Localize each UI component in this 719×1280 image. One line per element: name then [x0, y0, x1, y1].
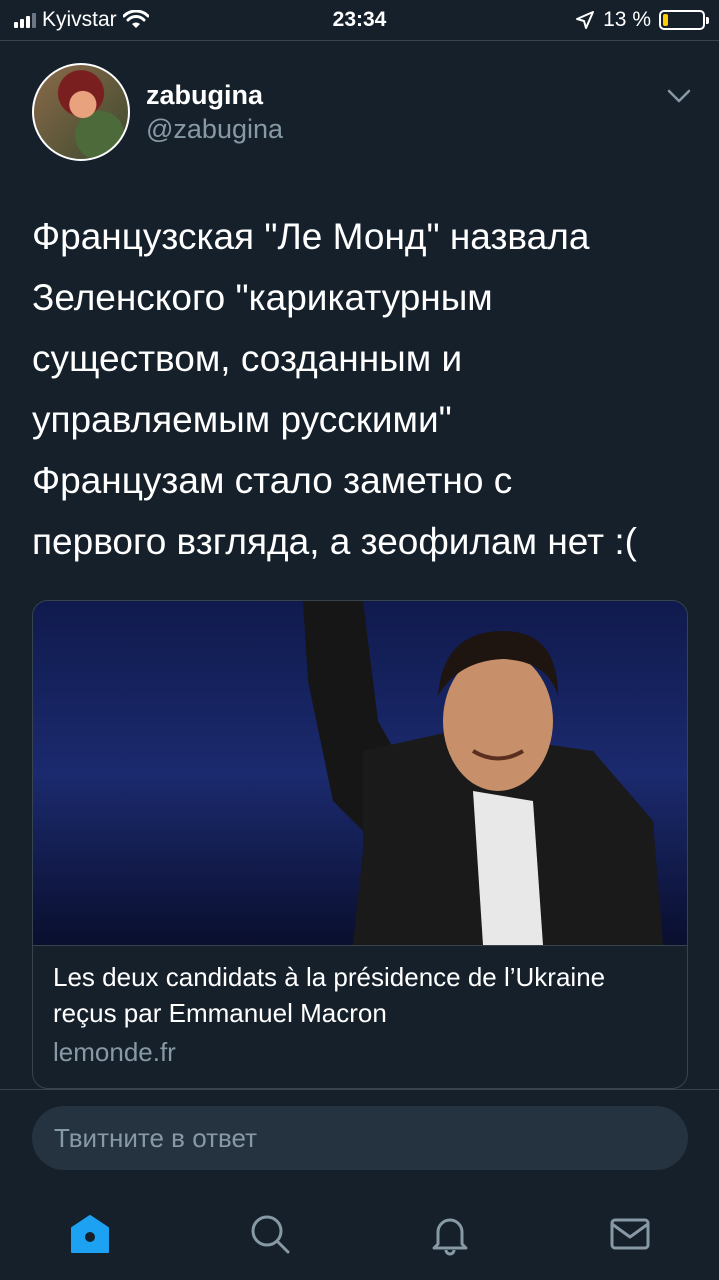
card-divider: [33, 945, 687, 946]
status-right: 13 %: [575, 8, 709, 32]
link-card[interactable]: Les deux candidats à la présidence de l’…: [32, 600, 688, 1089]
home-icon[interactable]: [68, 1212, 112, 1256]
battery-level: [663, 14, 668, 26]
status-divider: [0, 40, 719, 41]
notifications-icon[interactable]: [428, 1212, 472, 1256]
battery-percent: 13 %: [603, 8, 651, 31]
card-image[interactable]: [33, 601, 688, 945]
display-name[interactable]: zabugina: [146, 80, 263, 111]
messages-icon[interactable]: [608, 1212, 652, 1256]
tweet-text: Французская "Ле Монд" назвала Зеленского…: [32, 216, 637, 562]
location-arrow-icon: [576, 11, 595, 29]
reply-divider: [0, 1089, 719, 1090]
avatar[interactable]: [32, 63, 130, 161]
battery-icon: [659, 10, 709, 30]
search-icon[interactable]: [248, 1212, 292, 1256]
card-domain: lemonde.fr: [53, 1037, 176, 1067]
reply-input[interactable]: Твитните в ответ: [32, 1106, 688, 1170]
status-bar: Kyivstar 23:34 13 %: [0, 0, 719, 40]
chevron-down-icon[interactable]: [664, 84, 694, 108]
tab-bar: [0, 1186, 719, 1280]
card-title[interactable]: Les deux candidats à la présidence de l’…: [53, 959, 663, 1031]
user-handle[interactable]: @zabugina: [146, 114, 283, 145]
